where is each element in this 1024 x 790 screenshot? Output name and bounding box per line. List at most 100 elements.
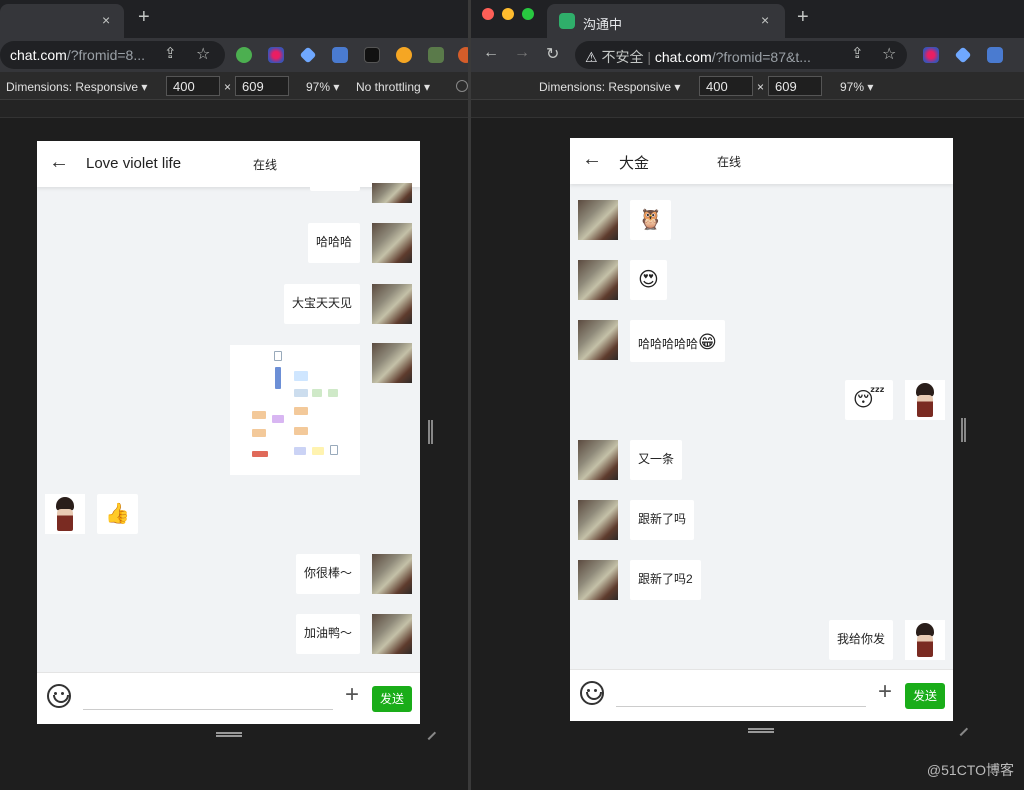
message-row: 我给你发 bbox=[570, 618, 953, 666]
url-host: chat.com bbox=[10, 47, 67, 63]
message-row: 加油鸭～ bbox=[37, 612, 420, 660]
left-browser-window: × + chat.com/?fromid=8... ⇪ ☆ Dimensions… bbox=[0, 0, 468, 790]
resize-handle-bottom[interactable] bbox=[216, 732, 242, 737]
resize-handle-bottom[interactable] bbox=[748, 728, 774, 733]
address-bar[interactable]: chat.com/?fromid=8... bbox=[0, 41, 225, 69]
share-icon[interactable]: ⇪ bbox=[164, 44, 177, 62]
message-input[interactable] bbox=[616, 706, 866, 707]
zoom-select[interactable]: 97% ▾ bbox=[840, 80, 873, 94]
zoom-select[interactable]: 97% ▾ bbox=[306, 80, 339, 94]
forward-icon[interactable]: → bbox=[514, 44, 530, 62]
height-input[interactable]: 609 bbox=[768, 76, 822, 96]
extension-key-icon[interactable] bbox=[236, 47, 252, 63]
send-button[interactable]: 发送 bbox=[905, 683, 945, 709]
back-icon[interactable]: ← bbox=[483, 44, 499, 62]
browser-tab[interactable]: 沟通中 × bbox=[547, 4, 785, 38]
devtools-device-bar: Dimensions: Responsive ▾ 400 × 609 97% ▾… bbox=[0, 72, 468, 100]
contact-name: 大金 bbox=[619, 155, 650, 172]
right-browser-window: 沟通中 × + ← → ↻ ⚠ 不安全 | chat.com/?fromid=8… bbox=[471, 0, 1024, 790]
url-host: chat.com bbox=[654, 49, 712, 65]
resize-handle-right[interactable] bbox=[428, 420, 433, 444]
avatar[interactable] bbox=[578, 320, 618, 360]
resize-handle-right[interactable] bbox=[961, 418, 966, 442]
zoom-window-icon[interactable] bbox=[522, 8, 534, 20]
avatar[interactable] bbox=[372, 223, 412, 263]
avatar[interactable] bbox=[578, 500, 618, 540]
share-icon[interactable]: ⇪ bbox=[851, 44, 864, 62]
extension-translate-icon[interactable] bbox=[332, 47, 348, 63]
extension-g-icon[interactable] bbox=[396, 47, 412, 63]
url-path: /?fromid=8... bbox=[66, 47, 146, 63]
message-bubble: 跟新了吗2 bbox=[630, 560, 701, 600]
extension-star-icon[interactable] bbox=[268, 47, 284, 63]
extension-bird-icon[interactable] bbox=[364, 47, 380, 63]
extension-orange-icon[interactable] bbox=[458, 47, 468, 63]
browser-toolbar: chat.com/?fromid=8... ⇪ ☆ bbox=[0, 38, 468, 72]
back-arrow-icon[interactable]: ← bbox=[49, 151, 69, 174]
reload-icon[interactable]: ↻ bbox=[546, 44, 559, 64]
avatar[interactable] bbox=[372, 614, 412, 654]
plus-icon[interactable]: + bbox=[345, 681, 359, 709]
bookmark-star-icon[interactable]: ☆ bbox=[882, 44, 896, 64]
avatar[interactable] bbox=[578, 560, 618, 600]
avatar[interactable] bbox=[905, 620, 945, 660]
close-window-icon[interactable] bbox=[482, 8, 494, 20]
back-arrow-icon[interactable]: ← bbox=[582, 148, 602, 171]
message-row: 大宝天天见 bbox=[37, 282, 420, 330]
emoji-picker-icon[interactable] bbox=[47, 684, 71, 708]
url-path: /?fromid=87&t... bbox=[711, 49, 811, 65]
tab-strip: 沟通中 × + bbox=[471, 0, 1024, 38]
avatar[interactable] bbox=[578, 440, 618, 480]
browser-tab[interactable]: × bbox=[0, 4, 124, 38]
emoji-picker-icon[interactable] bbox=[580, 681, 604, 705]
chat-input-bar: + 发送 bbox=[37, 672, 420, 724]
extension-translate-icon[interactable] bbox=[987, 47, 1003, 63]
message-row: 你很棒～ bbox=[37, 552, 420, 600]
online-status: 在线 bbox=[253, 158, 278, 172]
height-input[interactable]: 609 bbox=[235, 76, 289, 96]
avatar[interactable] bbox=[372, 183, 412, 203]
avatar[interactable] bbox=[905, 380, 945, 420]
minimize-window-icon[interactable] bbox=[502, 8, 514, 20]
new-tab-icon[interactable]: + bbox=[138, 6, 150, 29]
extension-gem-icon[interactable] bbox=[299, 46, 317, 64]
avatar[interactable] bbox=[372, 343, 412, 383]
extension-star-icon[interactable] bbox=[923, 47, 939, 63]
warning-icon: ⚠ bbox=[585, 49, 602, 65]
avatar[interactable] bbox=[578, 260, 618, 300]
plus-icon[interactable]: + bbox=[878, 678, 892, 706]
dimensions-select[interactable]: Dimensions: Responsive ▾ bbox=[539, 80, 680, 94]
close-tab-icon[interactable]: × bbox=[761, 12, 769, 28]
avatar[interactable] bbox=[372, 554, 412, 594]
width-input[interactable]: 400 bbox=[166, 76, 220, 96]
width-input[interactable]: 400 bbox=[699, 76, 753, 96]
extension-gem-icon[interactable] bbox=[954, 46, 972, 64]
chat-viewport: ← 大金 在线 🦉 😍 哈哈哈哈哈😁 😴 又一条 跟新了吗 跟新了吗2 我给你发… bbox=[570, 138, 953, 721]
contact-name: Love violet life bbox=[86, 155, 182, 172]
bookmark-star-icon[interactable]: ☆ bbox=[196, 44, 210, 64]
dimensions-select[interactable]: Dimensions: Responsive ▾ bbox=[6, 80, 147, 94]
send-button[interactable]: 发送 bbox=[372, 686, 412, 712]
message-row: 🦉 bbox=[570, 198, 953, 246]
message-row: 跟新了吗2 bbox=[570, 558, 953, 606]
resize-handle-corner[interactable] bbox=[953, 721, 969, 737]
message-row: 跟新了吗 bbox=[570, 498, 953, 546]
message-row: 又一条 bbox=[570, 438, 953, 486]
extension-puzzle-icon[interactable] bbox=[428, 47, 444, 63]
message-row: 😴 bbox=[570, 378, 953, 426]
message-bubble: 😍 bbox=[630, 260, 667, 300]
address-url: ⚠ 不安全 | chat.com/?fromid=87&t... bbox=[585, 49, 811, 65]
throttling-select[interactable]: No throttling ▾ bbox=[356, 80, 430, 94]
rotate-icon[interactable] bbox=[456, 80, 468, 92]
new-tab-icon[interactable]: + bbox=[797, 6, 809, 29]
flowchart-image[interactable] bbox=[230, 345, 360, 475]
avatar[interactable] bbox=[45, 494, 85, 534]
resize-handle-corner[interactable] bbox=[421, 725, 437, 741]
avatar[interactable] bbox=[578, 200, 618, 240]
close-tab-icon[interactable]: × bbox=[102, 12, 110, 28]
message-emoji: 😁 bbox=[698, 332, 717, 352]
message-bubble: 👍 bbox=[97, 494, 138, 534]
browser-toolbar: ← → ↻ ⚠ 不安全 | chat.com/?fromid=87&t... ⇪… bbox=[471, 38, 1024, 72]
avatar[interactable] bbox=[372, 284, 412, 324]
message-input[interactable] bbox=[83, 709, 333, 710]
